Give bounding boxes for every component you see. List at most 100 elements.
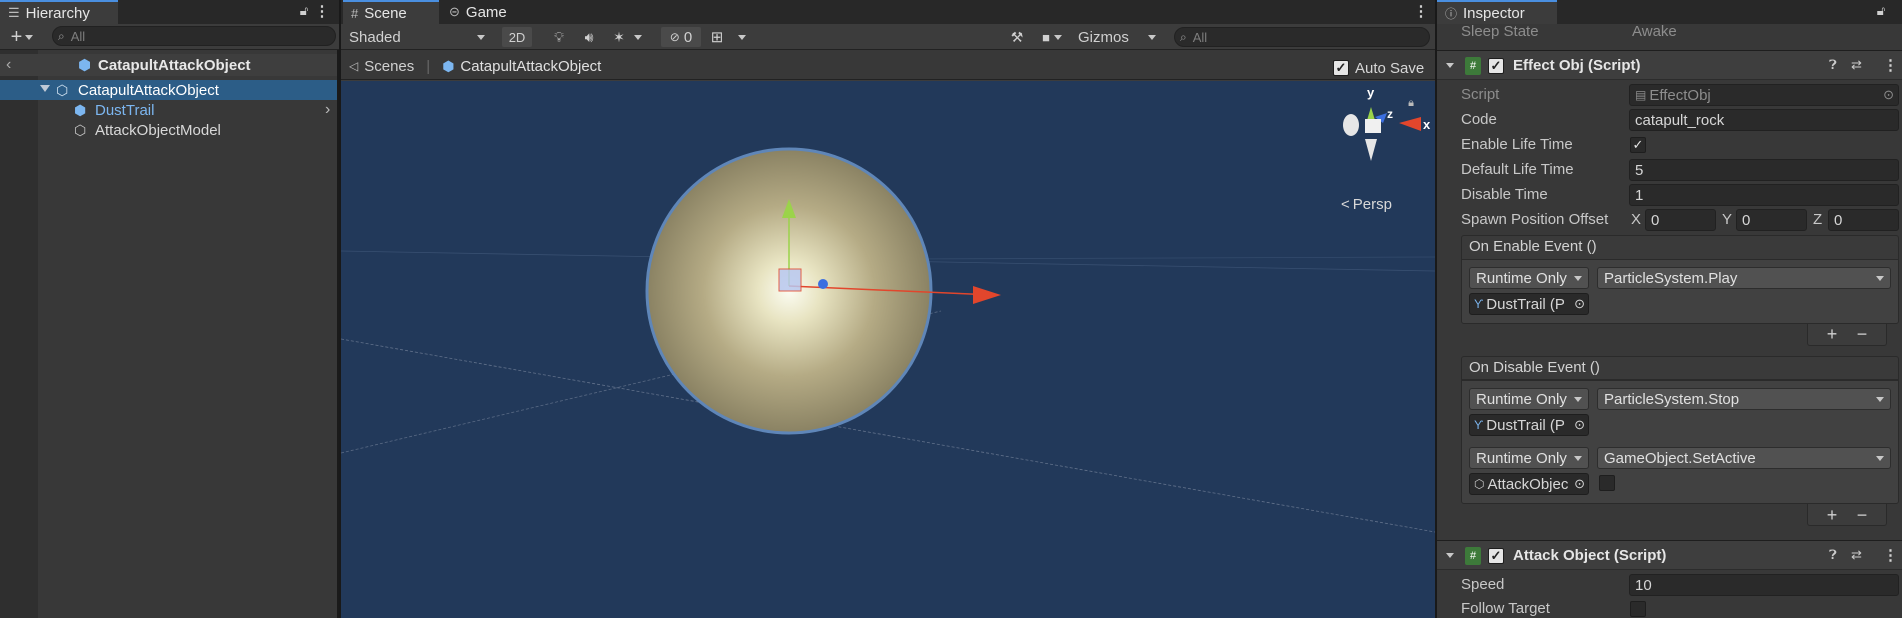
gizmos-dropdown[interactable]: Gizmos	[1074, 27, 1144, 47]
spawn-offset-y-input[interactable]: 0	[1736, 209, 1807, 231]
code-input[interactable]: catapult_rock	[1629, 109, 1899, 131]
auto-save-toggle[interactable]: ✓ Auto Save	[1333, 58, 1424, 78]
inspector-tab-label: Inspector	[1463, 4, 1525, 22]
follow-target-checkbox[interactable]	[1630, 601, 1646, 617]
presets-icon[interactable]: ⇄	[1851, 547, 1862, 563]
add-object-button[interactable]: +	[4, 26, 40, 48]
kebab-menu-icon[interactable]: ⋮	[1883, 56, 1898, 74]
speed-input[interactable]: 10	[1629, 574, 1899, 596]
mode-2d-button[interactable]: 2D	[502, 27, 532, 47]
tab-game-label: Game	[465, 3, 507, 21]
grid-dropdown-icon[interactable]	[735, 27, 749, 47]
sleep-state-value: Awake	[1632, 23, 1677, 40]
component-enabled-checkbox[interactable]: ✓	[1488, 58, 1504, 74]
target-object-field[interactable]: ϒ DustTrail (P ⊙	[1469, 293, 1589, 315]
spawn-offset-z-input[interactable]: 0	[1828, 209, 1899, 231]
scene-search-input[interactable]: ⌕ All	[1174, 27, 1430, 47]
z-axis-handle	[818, 279, 828, 289]
hierarchy-panel: ☰ Hierarchy 🔓︎ ⋮ + ⌕ All ‹ ⬢ CatapultAtt…	[0, 0, 339, 618]
effects-dropdown-icon[interactable]	[631, 27, 645, 47]
foldout-icon[interactable]	[1446, 553, 1454, 558]
function-dropdown[interactable]: ParticleSystem.Play	[1597, 267, 1891, 289]
tab-game[interactable]: ⊝ Game	[441, 0, 521, 24]
lock-view-icon[interactable]: 🔒︎	[1403, 95, 1419, 111]
scene-header[interactable]: ‹ ⬢ CatapultAttackObject	[0, 54, 337, 76]
lock-icon[interactable]: 🔓︎	[1873, 2, 1889, 20]
default-life-time-input[interactable]: 5	[1629, 159, 1899, 181]
spawn-offset-x-input[interactable]: 0	[1645, 209, 1716, 231]
code-value: catapult_rock	[1635, 111, 1725, 129]
target-object-field[interactable]: ⬡ AttackObjec ⊙	[1469, 473, 1589, 495]
prefab-icon: ⬢	[442, 57, 455, 74]
effects-toggle-icon[interactable]: ✶	[607, 27, 631, 47]
shading-mode-dropdown[interactable]: Shaded	[343, 25, 491, 49]
gizmos-chevron-icon[interactable]	[1145, 27, 1159, 47]
runtime-mode-dropdown[interactable]: Runtime Only	[1469, 388, 1589, 410]
back-chevron-icon[interactable]: ‹	[6, 56, 11, 74]
kebab-menu-icon[interactable]: ⋮	[1414, 2, 1429, 20]
help-icon[interactable]: ❓︎	[1829, 57, 1837, 73]
function-dropdown[interactable]: ParticleSystem.Stop	[1597, 388, 1891, 410]
add-listener-button[interactable]: +	[1819, 324, 1845, 344]
target-object-field[interactable]: ϒ DustTrail (P ⊙	[1469, 414, 1589, 436]
effect-obj-header[interactable]: # ✓ Effect Obj (Script) ❓︎ ⇄ ⋮	[1437, 50, 1902, 80]
breadcrumb-root[interactable]: Scenes	[364, 58, 414, 75]
presets-icon[interactable]: ⇄	[1851, 57, 1862, 73]
chevron-down-icon	[1574, 275, 1582, 281]
lighting-toggle-icon[interactable]: 💡︎	[547, 27, 571, 47]
runtime-mode-value: Runtime Only	[1476, 390, 1567, 408]
component-enabled-checkbox[interactable]: ✓	[1488, 548, 1504, 564]
info-icon: ⓘ	[1445, 6, 1458, 21]
inspector-tab[interactable]: ⓘ Inspector	[1437, 0, 1557, 24]
hierarchy-item-model[interactable]: ⬡ AttackObjectModel	[0, 120, 337, 140]
breadcrumb-current[interactable]: CatapultAttackObject	[460, 58, 601, 75]
function-dropdown[interactable]: GameObject.SetActive	[1597, 447, 1891, 469]
enable-life-time-label: Enable Life Time	[1461, 136, 1573, 153]
object-picker-icon[interactable]: ⊙	[1574, 417, 1585, 433]
tab-scene[interactable]: # Scene	[343, 0, 439, 24]
chevron-down-icon	[477, 34, 485, 40]
expand-triangle-icon[interactable]	[40, 85, 50, 92]
kebab-menu-icon[interactable]: ⋮	[1883, 546, 1898, 564]
hierarchy-item-dusttrail[interactable]: ⬢ DustTrail ›	[0, 100, 337, 120]
kebab-menu-icon[interactable]: ⋮	[315, 2, 330, 20]
hierarchy-item-label: AttackObjectModel	[95, 121, 221, 139]
xy-plane-handle	[778, 268, 802, 292]
lock-icon[interactable]: 🔓︎	[296, 2, 312, 20]
foldout-icon[interactable]	[1446, 63, 1454, 68]
remove-listener-button[interactable]: −	[1849, 324, 1875, 344]
remove-listener-button[interactable]: −	[1849, 505, 1875, 525]
camera-icon[interactable]: ■	[1035, 27, 1069, 47]
grid-snap-icon[interactable]: ⊞	[705, 27, 729, 47]
tools-icon[interactable]: ⚒	[1005, 27, 1029, 47]
function-value: ParticleSystem.Stop	[1604, 390, 1740, 408]
hierarchy-search-input[interactable]: ⌕ All	[52, 26, 336, 46]
object-picker-icon[interactable]: ⊙	[1574, 476, 1585, 492]
sleep-state-label: Sleep State	[1461, 23, 1539, 40]
object-picker-icon[interactable]: ⊙	[1574, 296, 1585, 312]
disable-time-input[interactable]: 1	[1629, 184, 1899, 206]
help-icon[interactable]: ❓︎	[1829, 547, 1837, 563]
on-enable-event-header: On Enable Event ()	[1461, 235, 1899, 259]
hidden-objects-toggle[interactable]: ⊘ 0	[661, 27, 701, 47]
code-label: Code	[1461, 111, 1497, 128]
attack-object-header[interactable]: # ✓ Attack Object (Script) ❓︎ ⇄ ⋮	[1437, 540, 1902, 570]
add-listener-button[interactable]: +	[1819, 505, 1845, 525]
set-active-parameter-checkbox[interactable]	[1599, 475, 1615, 491]
auto-save-checkbox[interactable]: ✓	[1333, 60, 1349, 76]
hierarchy-tab[interactable]: ☰ Hierarchy	[0, 0, 118, 24]
scene-title: CatapultAttackObject	[98, 56, 251, 74]
audio-toggle-icon[interactable]: 🔊︎	[577, 27, 601, 47]
perspective-icon: <	[1341, 196, 1350, 213]
runtime-mode-dropdown[interactable]: Runtime Only	[1469, 267, 1589, 289]
enable-life-time-checkbox[interactable]: ✓	[1630, 137, 1646, 153]
scene-viewport[interactable]: y x z 🔒︎ < Persp	[341, 81, 1435, 618]
hierarchy-item-label: DustTrail	[95, 101, 155, 119]
chevron-down-icon	[1574, 396, 1582, 402]
target-object-value: DustTrail (P	[1486, 416, 1565, 434]
open-prefab-chevron-icon[interactable]: ›	[325, 101, 330, 119]
runtime-mode-dropdown[interactable]: Runtime Only	[1469, 447, 1589, 469]
hierarchy-item-root[interactable]: ⬡ CatapultAttackObject	[0, 80, 337, 100]
script-file-icon: ▤	[1635, 88, 1647, 102]
projection-toggle[interactable]: < Persp	[1341, 196, 1392, 213]
